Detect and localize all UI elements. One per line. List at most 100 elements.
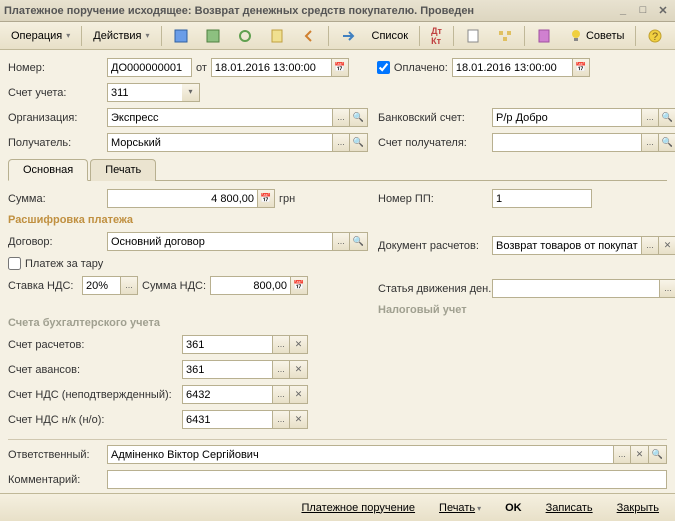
- ok-button[interactable]: OK: [497, 500, 530, 516]
- contract-input[interactable]: [107, 232, 332, 251]
- bank-label: Банковский счет:: [378, 112, 488, 124]
- vat-sum-input[interactable]: [210, 276, 290, 295]
- toolbar-icon-8[interactable]: [490, 25, 520, 47]
- vat-rate-input[interactable]: [82, 276, 120, 295]
- account-label: Счет учета:: [8, 87, 103, 99]
- art-label: Статья движения ден. средств:: [378, 283, 488, 295]
- toolbar-icon-9[interactable]: [529, 25, 559, 47]
- decode-title: Расшифровка платежа: [8, 214, 368, 226]
- doc-icon: [269, 28, 285, 44]
- number-label: Номер:: [8, 62, 103, 74]
- help-button[interactable]: ?: [640, 25, 670, 47]
- select-icon[interactable]: ...: [272, 385, 290, 404]
- search-icon[interactable]: 🔍: [659, 133, 675, 152]
- toolbar-icon-4[interactable]: [262, 25, 292, 47]
- toolbar-icon-7[interactable]: [458, 25, 488, 47]
- dropdown-icon[interactable]: ▾: [182, 83, 200, 102]
- acc3-input[interactable]: [182, 385, 272, 404]
- select-icon[interactable]: ...: [641, 236, 659, 255]
- tare-label: Платеж за тару: [25, 258, 103, 270]
- select-icon[interactable]: ...: [272, 335, 290, 354]
- close-button[interactable]: ✕: [655, 4, 671, 18]
- acc1-label: Счет расчетов:: [8, 339, 178, 351]
- pp-label: Номер ПП:: [378, 193, 488, 205]
- search-icon[interactable]: 🔍: [649, 445, 667, 464]
- pp-input[interactable]: [492, 189, 592, 208]
- clear-icon[interactable]: ✕: [290, 385, 308, 404]
- org-label: Организация:: [8, 112, 103, 124]
- select-icon[interactable]: ...: [272, 410, 290, 429]
- post-icon: [205, 28, 221, 44]
- account-input[interactable]: [107, 83, 182, 102]
- sum-input[interactable]: [107, 189, 257, 208]
- window-title: Платежное поручение исходящее: Возврат д…: [4, 5, 615, 17]
- select-icon[interactable]: ...: [332, 108, 350, 127]
- doc-input[interactable]: [492, 236, 641, 255]
- tab-main[interactable]: Основная: [8, 159, 88, 181]
- recip-acc-input[interactable]: [492, 133, 641, 152]
- toolbar-icon-3[interactable]: [230, 25, 260, 47]
- select-icon[interactable]: ...: [272, 360, 290, 379]
- bottom-bar: Платежное поручение Печать OK Записать З…: [0, 493, 675, 521]
- tips-button[interactable]: Советы: [561, 25, 631, 47]
- select-icon[interactable]: ...: [332, 133, 350, 152]
- toolbar-icon-6[interactable]: [333, 25, 363, 47]
- clear-icon[interactable]: ✕: [290, 335, 308, 354]
- maximize-button[interactable]: □: [635, 4, 651, 18]
- toolbar-icon-dk[interactable]: ДтКт: [424, 23, 449, 49]
- select-icon[interactable]: ...: [659, 279, 675, 298]
- operation-menu[interactable]: Операция: [4, 27, 77, 45]
- settings-icon: [536, 28, 552, 44]
- save-button[interactable]: Записать: [538, 500, 601, 516]
- paid-checkbox[interactable]: [377, 61, 390, 74]
- comment-input[interactable]: [107, 470, 667, 489]
- org-input[interactable]: [107, 108, 332, 127]
- calc-icon[interactable]: 📅: [257, 189, 275, 208]
- select-icon[interactable]: ...: [120, 276, 138, 295]
- clear-icon[interactable]: ✕: [290, 410, 308, 429]
- search-icon[interactable]: 🔍: [350, 232, 368, 251]
- sum-label: Сумма:: [8, 193, 103, 205]
- toolbar-icon-2[interactable]: [198, 25, 228, 47]
- recipient-input[interactable]: [107, 133, 332, 152]
- search-icon[interactable]: 🔍: [659, 108, 675, 127]
- paid-date-input[interactable]: [452, 58, 572, 77]
- actions-menu[interactable]: Действия: [86, 27, 156, 45]
- search-icon[interactable]: 🔍: [350, 133, 368, 152]
- select-icon[interactable]: ...: [613, 445, 631, 464]
- payment-link[interactable]: Платежное поручение: [293, 500, 423, 516]
- clear-icon[interactable]: ✕: [631, 445, 649, 464]
- minimize-button[interactable]: _: [615, 4, 631, 18]
- list-button[interactable]: Список: [365, 27, 416, 45]
- calendar-icon[interactable]: 📅: [572, 58, 590, 77]
- close-window-button[interactable]: Закрыть: [609, 500, 667, 516]
- acc4-input[interactable]: [182, 410, 272, 429]
- titlebar: Платежное поручение исходящее: Возврат д…: [0, 0, 675, 22]
- acc1-input[interactable]: [182, 335, 272, 354]
- clear-icon[interactable]: ✕: [290, 360, 308, 379]
- tab-print[interactable]: Печать: [90, 159, 156, 181]
- date-input[interactable]: [211, 58, 331, 77]
- select-icon[interactable]: ...: [641, 133, 659, 152]
- print-menu[interactable]: Печать: [431, 500, 489, 516]
- select-icon[interactable]: ...: [332, 232, 350, 251]
- tare-checkbox[interactable]: [8, 257, 21, 270]
- clear-icon[interactable]: ✕: [659, 236, 675, 255]
- art-input[interactable]: [492, 279, 659, 298]
- resp-label: Ответственный:: [8, 449, 103, 461]
- acc2-input[interactable]: [182, 360, 272, 379]
- toolbar-icon-1[interactable]: [166, 25, 196, 47]
- search-icon[interactable]: 🔍: [350, 108, 368, 127]
- bank-input[interactable]: [492, 108, 641, 127]
- acc-title: Счета бухгалтерского учета: [8, 317, 368, 329]
- select-icon[interactable]: ...: [641, 108, 659, 127]
- number-input[interactable]: [107, 58, 192, 77]
- comment-label: Комментарий:: [8, 474, 103, 486]
- resp-input[interactable]: [107, 445, 613, 464]
- report-icon: [465, 28, 481, 44]
- calendar-icon[interactable]: 📅: [331, 58, 349, 77]
- toolbar-icon-5[interactable]: [294, 25, 324, 47]
- vat-sum-label: Сумма НДС:: [142, 280, 206, 292]
- calc-icon[interactable]: 📅: [290, 276, 308, 295]
- from-label: от: [196, 62, 207, 74]
